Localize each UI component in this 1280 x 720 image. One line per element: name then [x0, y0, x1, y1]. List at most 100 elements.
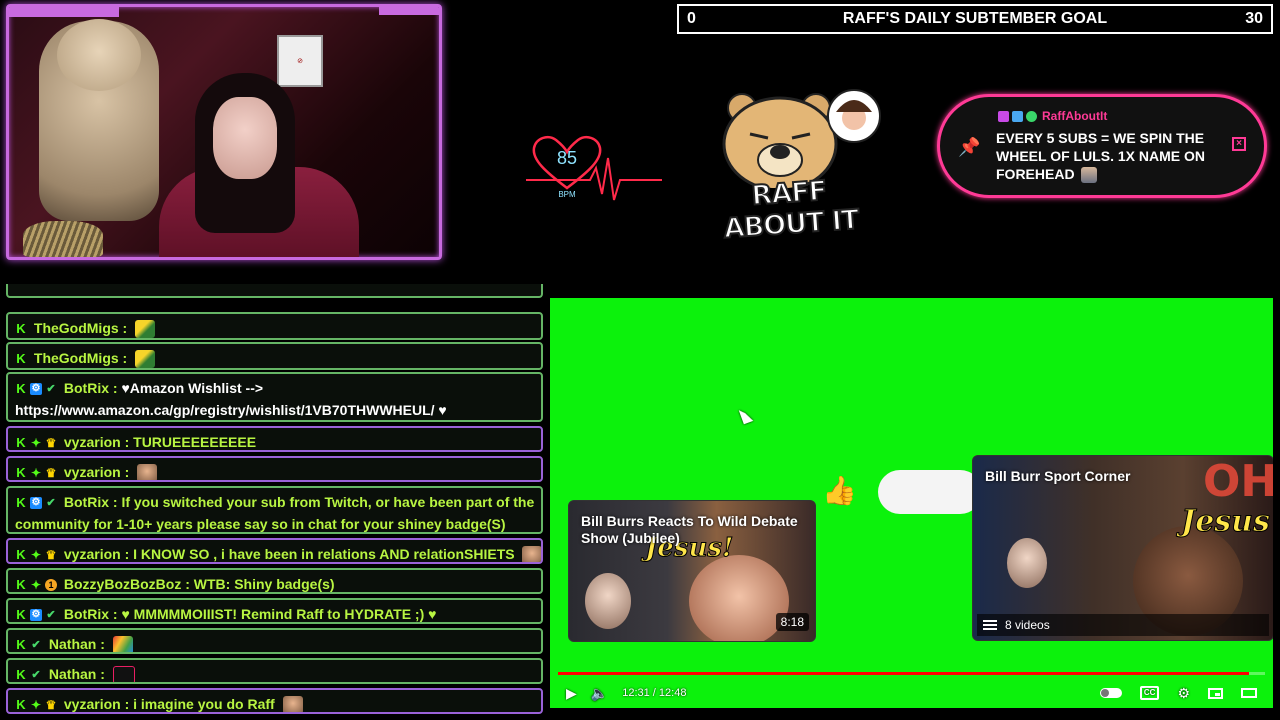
- kick-badge-icon: K: [16, 547, 26, 563]
- chat-username[interactable]: BotRix :: [64, 606, 118, 622]
- diamond-badge-icon: ✦: [30, 466, 42, 481]
- autoplay-toggle[interactable]: [1099, 688, 1122, 698]
- close-icon[interactable]: ×: [1232, 137, 1246, 151]
- video-duration: 8:18: [775, 613, 809, 631]
- miniplayer-icon[interactable]: [1208, 687, 1223, 699]
- kick-badge-icon: K: [16, 495, 26, 511]
- migs-emote-icon: [135, 320, 156, 338]
- diamond-badge-icon: ✦: [30, 436, 42, 451]
- chat-message: K TheGodMigs :: [6, 312, 543, 340]
- sub-goal-bar: 0 RAFF'S DAILY SUBTEMBER GOAL 30: [677, 4, 1273, 34]
- face-emote-icon: [522, 546, 541, 562]
- pride-emote-icon: [112, 636, 133, 652]
- time-display: 12:31 / 12:48: [622, 687, 687, 699]
- kick-badge-icon: K: [16, 667, 26, 683]
- heart-rate-unit: BPM: [558, 190, 576, 199]
- crown-badge-icon: ♛: [45, 548, 57, 563]
- diamond-badge-icon: ✦: [30, 578, 42, 593]
- straw-decoration: [23, 221, 103, 257]
- chat-message: K ✦ ♛ vyzarion : TURUEEEEEEEEE: [6, 426, 543, 452]
- alert-username: RaffAboutIt: [1042, 109, 1108, 123]
- settings-gear-icon[interactable]: ⚙: [1177, 685, 1190, 702]
- theater-mode-icon[interactable]: [1241, 688, 1257, 698]
- chat-text: WTB: Shiny badge(s): [193, 576, 335, 592]
- thumbnail-overlay-text: Jesus: [1181, 504, 1271, 540]
- subscribe-button[interactable]: [878, 470, 982, 514]
- kick-badge-icon: K: [16, 465, 26, 481]
- end-screen-video-card[interactable]: Jesus! Bill Burrs Reacts To Wild Debate …: [568, 500, 816, 642]
- heart-rate-widget: 85 BPM: [526, 128, 666, 208]
- playlist-card-title: Bill Burr Sport Corner: [985, 468, 1131, 484]
- heartbeat-icon: [526, 136, 662, 201]
- chat-username[interactable]: vyzarion :: [64, 546, 129, 562]
- volume-icon[interactable]: 🔈: [591, 685, 608, 702]
- chat-text: ♥ MMMMMOIIIST! Remind Raff to HYDRATE ;)…: [121, 606, 437, 622]
- goal-current: 0: [687, 10, 696, 27]
- face-emote-icon: [282, 696, 303, 712]
- crown-badge-icon: ♛: [45, 466, 57, 481]
- teddy-bear-head: [57, 19, 141, 91]
- thumbs-up-icon[interactable]: 👍: [822, 474, 857, 507]
- playlist-count-bar: 8 videos: [977, 614, 1269, 636]
- mic-badge-icon: [998, 110, 1009, 122]
- thumbnail-person: [585, 573, 631, 629]
- chat-username[interactable]: vyzarion :: [64, 434, 129, 450]
- verified-badge-icon: ✔: [46, 497, 56, 510]
- chat-username[interactable]: BozzyBozBozBoz :: [64, 576, 190, 592]
- logo-text: RAFF ABOUT IT: [722, 174, 860, 245]
- chat-message: K ✦ ♛ vyzarion : I KNOW SO , i have been i…: [6, 538, 543, 564]
- chat-message: K ✔ Nathan :: [6, 628, 543, 654]
- chat-username[interactable]: vyzarion :: [64, 464, 129, 480]
- chat-username[interactable]: TheGodMigs :: [34, 320, 127, 336]
- chat-message: K ✦ 1 BozzyBozBozBoz : WTB: Shiny badge(s): [6, 568, 543, 594]
- kick-badge-icon: K: [16, 577, 26, 593]
- chat-message-partial: [6, 284, 543, 298]
- verified-badge-icon: ✔: [31, 639, 41, 652]
- kick-badge-icon: K: [16, 381, 26, 397]
- thumbnail-person: [1007, 538, 1047, 588]
- crown-badge-icon: ♛: [45, 436, 57, 451]
- crown-badge-icon: ♛: [45, 698, 57, 713]
- chat-username[interactable]: vyzarion :: [64, 696, 129, 712]
- alert-user-row: RaffAboutIt: [998, 109, 1107, 123]
- progress-fill: [558, 672, 1250, 675]
- diamond-badge-icon: ✦: [30, 698, 42, 713]
- verified-badge-icon: ✔: [31, 669, 41, 682]
- play-icon[interactable]: ▶: [566, 685, 577, 702]
- goal-target: 30: [1245, 10, 1263, 27]
- migs-emote-icon: [135, 350, 156, 368]
- chat-message: K ✦ ♛ vyzarion :: [6, 456, 543, 482]
- mouse-cursor-icon: [738, 406, 754, 425]
- chat-panel: K TheGodMigs : K TheGodMigs : K ⚙ ✔ BotRix…: [0, 284, 550, 720]
- thumbnail-person: [689, 555, 789, 641]
- webcam-frame: ⊘: [6, 4, 442, 260]
- chat-username[interactable]: Nathan :: [49, 666, 105, 682]
- chat-text: I KNOW SO , i have been in relations AND…: [133, 546, 515, 562]
- verified-badge-icon: ✔: [46, 609, 56, 622]
- alert-message: EVERY 5 SUBS = WE SPIN THE WHEEL OF LULS…: [996, 129, 1236, 184]
- face-emote-icon: [137, 464, 158, 480]
- kick-badge-icon: K: [16, 435, 26, 451]
- playlist-icon: [983, 620, 997, 630]
- chat-username[interactable]: BotRix :: [64, 494, 118, 510]
- heart-rate-value: 85: [556, 148, 578, 168]
- chat-username[interactable]: Nathan :: [49, 636, 105, 652]
- bot-badge-icon: ⚙: [30, 497, 42, 510]
- channel-logo: RAFF ABOUT IT: [704, 88, 884, 246]
- text-emote-icon: [112, 666, 135, 682]
- pin-icon: 📌: [958, 137, 981, 157]
- end-screen-playlist-card[interactable]: OH Jesus Bill Burr Sport Corner 8 videos: [972, 455, 1273, 641]
- progress-bar[interactable]: [558, 672, 1265, 675]
- chat-username[interactable]: BotRix :: [64, 380, 118, 396]
- verified-badge-icon: [1026, 110, 1037, 122]
- avatar-emote-icon: [1080, 167, 1097, 184]
- video-player[interactable]: 👍 Jesus! Bill Burrs Reacts To Wild Debat…: [550, 298, 1273, 708]
- streamer-face: [213, 97, 277, 179]
- kick-badge-icon: K: [16, 321, 26, 337]
- sub-badge-icon: 1: [45, 579, 57, 592]
- chat-username[interactable]: TheGodMigs :: [34, 350, 127, 366]
- kick-badge-icon: K: [16, 607, 26, 623]
- captions-icon[interactable]: CC: [1139, 686, 1160, 700]
- alert-message-text: EVERY 5 SUBS = WE SPIN THE WHEEL OF LULS…: [996, 130, 1205, 182]
- diamond-badge-icon: ✦: [30, 548, 42, 563]
